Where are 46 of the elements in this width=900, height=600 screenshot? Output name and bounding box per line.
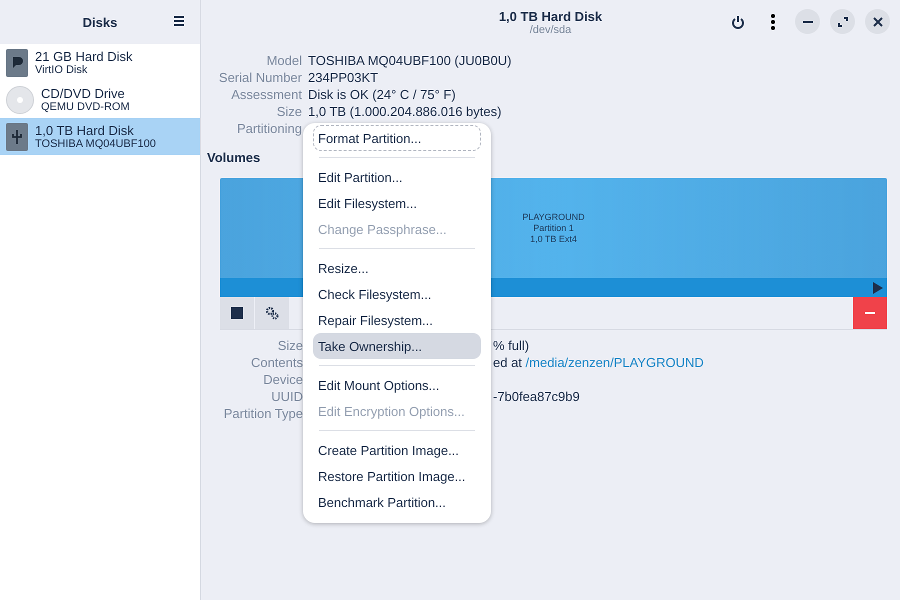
partition-number: Partition 1 bbox=[533, 222, 574, 234]
menu-item[interactable]: Benchmark Partition... bbox=[313, 489, 481, 515]
field-label: Partitioning bbox=[236, 120, 302, 137]
sidebar-title: Disks bbox=[82, 14, 118, 30]
maximize-icon[interactable] bbox=[830, 9, 855, 34]
minus-icon bbox=[865, 312, 875, 314]
gear-icon bbox=[265, 306, 279, 320]
field-value: % full) bbox=[493, 337, 530, 354]
menu-item[interactable]: Create Partition Image... bbox=[313, 437, 481, 463]
menu-item[interactable]: Edit Mount Options... bbox=[313, 372, 481, 398]
menu-item[interactable]: Resize... bbox=[313, 255, 481, 281]
minimize-icon[interactable] bbox=[795, 9, 820, 34]
menu-item[interactable]: Format Partition... bbox=[313, 125, 481, 151]
field-value: -7b0fea87c9b9 bbox=[493, 388, 581, 405]
window-title: 1,0 TB Hard Disk bbox=[498, 8, 602, 24]
field-label: Serial Number bbox=[218, 69, 302, 86]
field-label: Device bbox=[262, 371, 303, 388]
field-label: Partition Type bbox=[222, 405, 303, 422]
close-icon[interactable] bbox=[865, 9, 890, 34]
stop-icon bbox=[231, 307, 243, 319]
menu-item[interactable]: Repair Filesystem... bbox=[313, 307, 481, 333]
menu-item[interactable]: Restore Partition Image... bbox=[313, 463, 481, 489]
field-label: Size bbox=[276, 337, 303, 354]
field-value: Disk is OK (24° C / 75° F) bbox=[308, 86, 457, 103]
partition-size: 1,0 TB Ext4 bbox=[530, 234, 577, 244]
field-value: ed at /media/zenzen/PLAYGROUND bbox=[493, 354, 705, 371]
section-title: Volumes bbox=[207, 150, 262, 165]
play-icon bbox=[873, 282, 883, 294]
field-label: Contents bbox=[250, 354, 303, 371]
disk-item[interactable]: 1,0 TB Hard Disk TOSHIBA MQ04UBF100 bbox=[0, 118, 200, 155]
field-label: Model bbox=[266, 52, 302, 69]
window-subtitle: /dev/sda bbox=[530, 24, 572, 36]
field-value: 1,0 TB (1.000.204.886.016 bytes) bbox=[308, 103, 502, 120]
menu-item[interactable]: Take Ownership... bbox=[313, 333, 481, 359]
menu-item[interactable]: Edit Filesystem... bbox=[313, 190, 481, 216]
optical-disc-icon bbox=[6, 86, 34, 114]
field-label: Assessment bbox=[230, 86, 302, 103]
usb-drive-icon bbox=[6, 122, 28, 150]
settings-button[interactable] bbox=[255, 297, 289, 329]
menu-icon[interactable] bbox=[172, 14, 186, 28]
field-label: Size bbox=[276, 103, 302, 120]
partition-name: PLAYGROUND bbox=[522, 212, 585, 222]
field-value: 234PP03KT bbox=[308, 69, 380, 86]
field-value: TOSHIBA MQ04UBF100 (JU0B0U) bbox=[308, 52, 512, 69]
stop-button[interactable] bbox=[220, 297, 254, 329]
field-label: UUID bbox=[270, 388, 303, 405]
